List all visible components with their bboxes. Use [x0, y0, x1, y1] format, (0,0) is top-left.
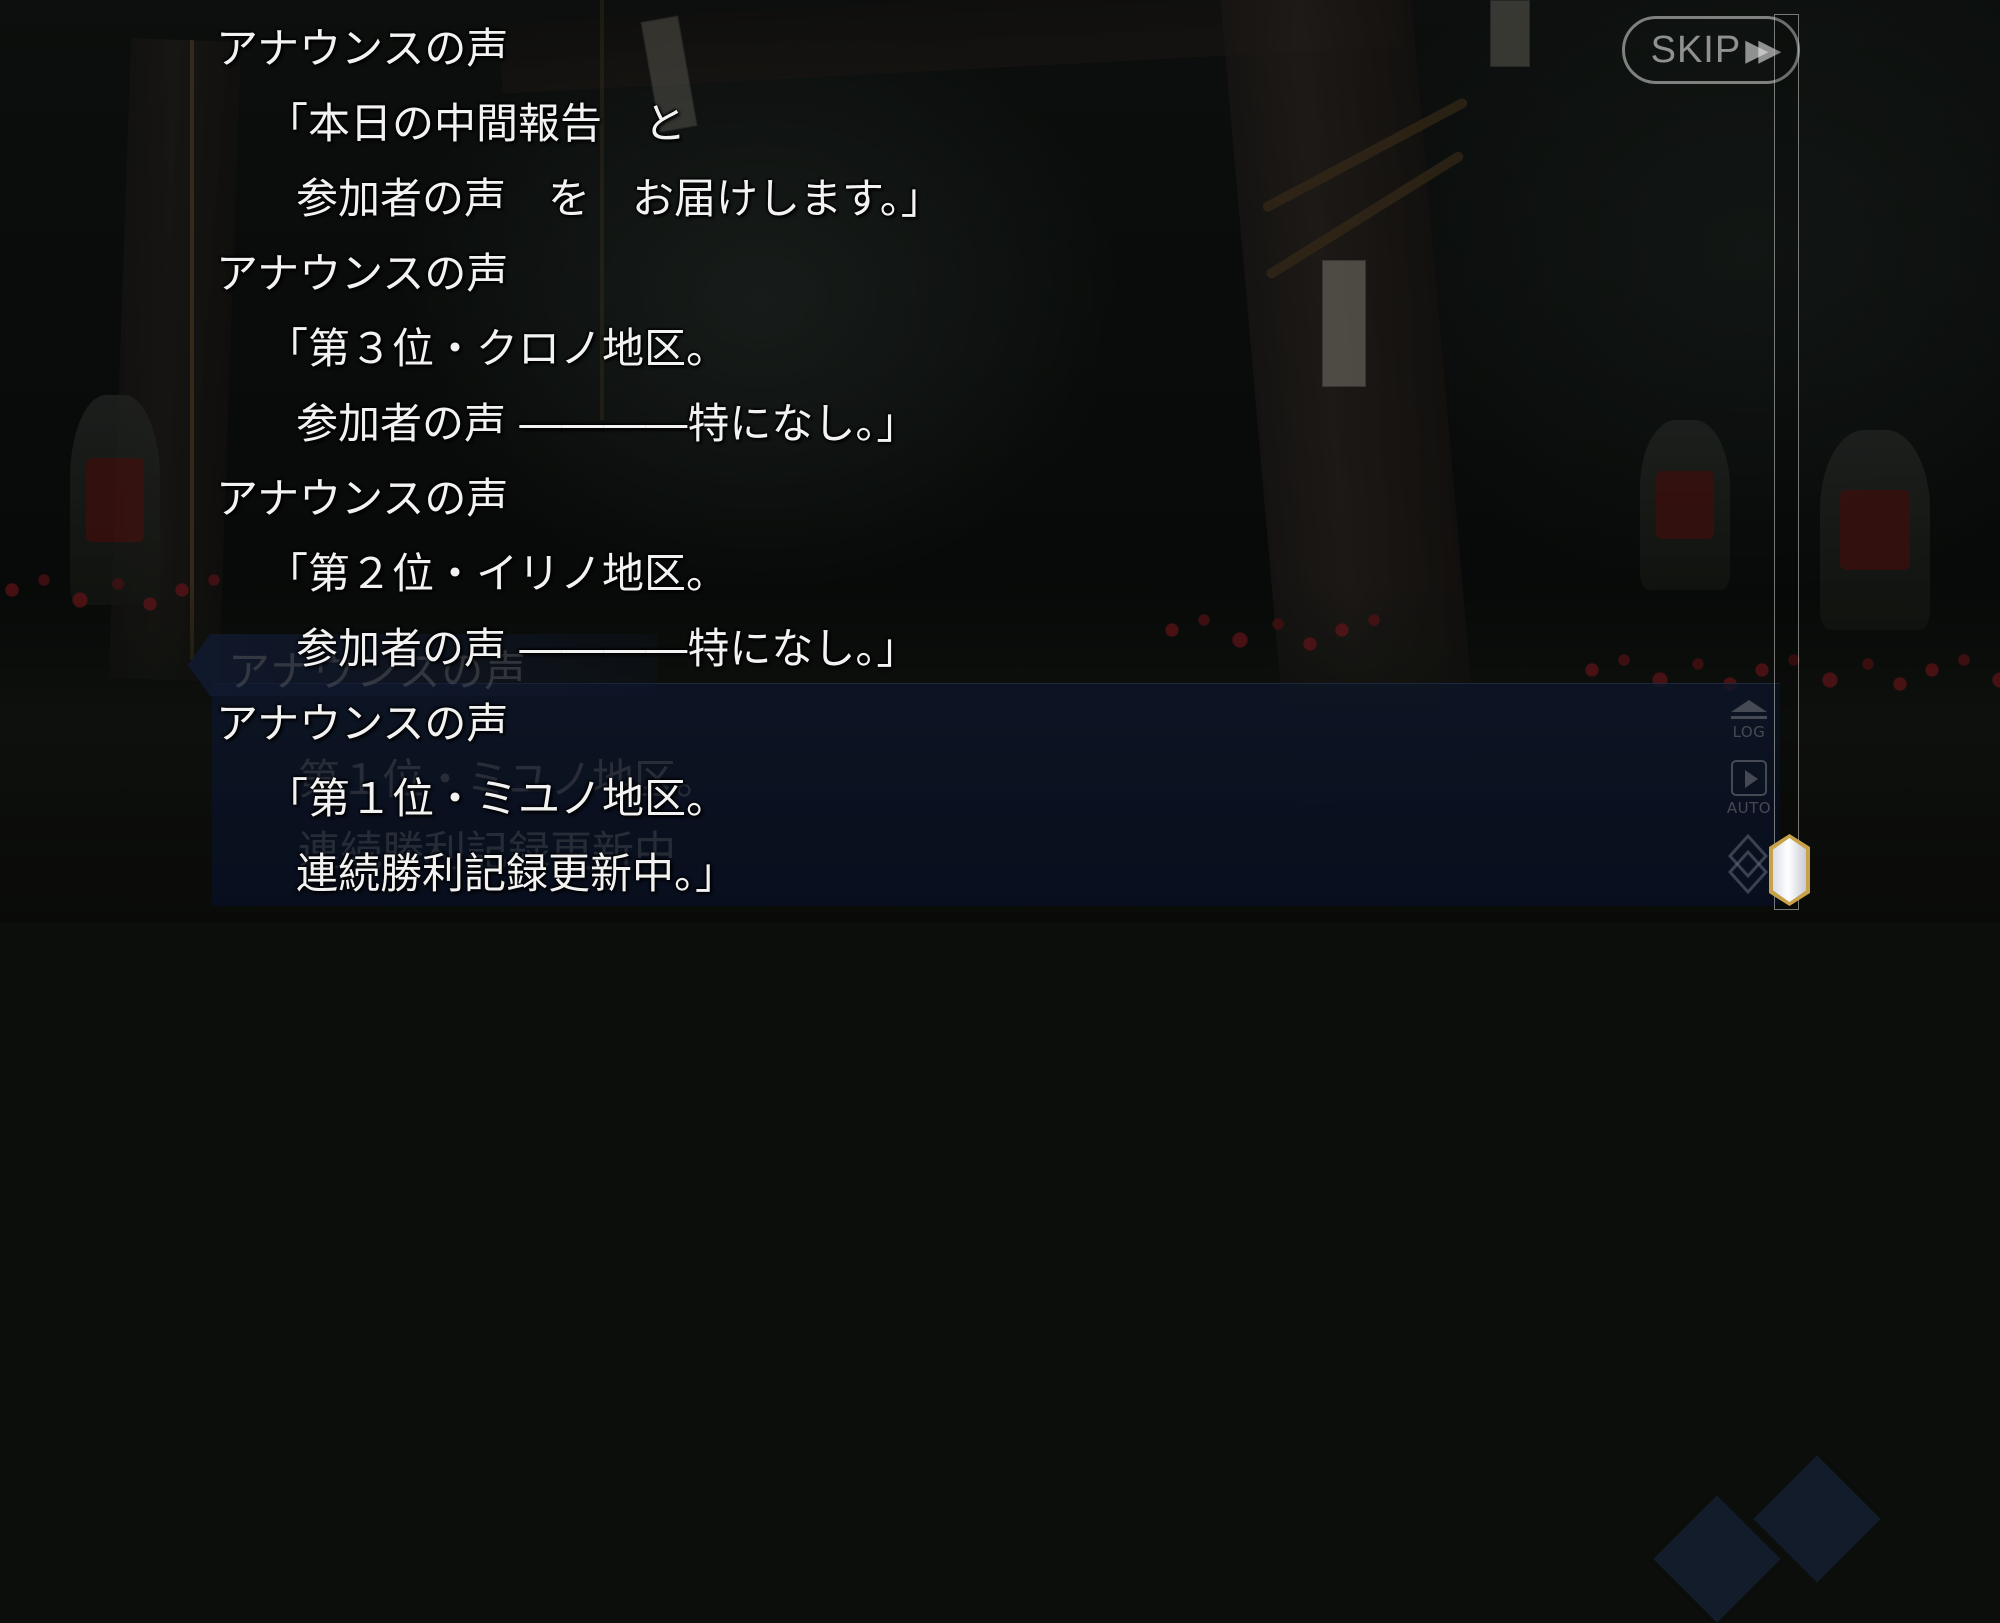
backlog-scrollbar[interactable] — [1774, 14, 1799, 910]
log-line: 「本日の中間報告 と — [266, 99, 687, 148]
log-line: 参加者の声 を お届けします。」 — [296, 174, 943, 223]
log-line: 「第３位・クロノ地区。 — [266, 324, 729, 373]
log-line: 「第２位・イリノ地区。 — [266, 549, 729, 598]
log-speaker-name: アナウンスの声 — [216, 699, 509, 748]
backlog-text-panel[interactable]: アナウンスの声 「本日の中間報告 と 参加者の声 を お届けします。」 アナウン… — [0, 0, 1760, 923]
log-line: 参加者の声 ――――特になし。」 — [296, 624, 919, 673]
log-speaker-name: アナウンスの声 — [216, 249, 509, 298]
scrollbar-thumb[interactable] — [1773, 838, 1806, 902]
log-speaker-name: アナウンスの声 — [216, 474, 509, 523]
log-line: 参加者の声 ――――特になし。」 — [296, 399, 919, 448]
log-line: 「第１位・ミユノ地区。 — [266, 774, 729, 823]
log-line: 連続勝利記録更新中。」 — [296, 849, 738, 898]
log-speaker-name: アナウンスの声 — [216, 24, 509, 73]
